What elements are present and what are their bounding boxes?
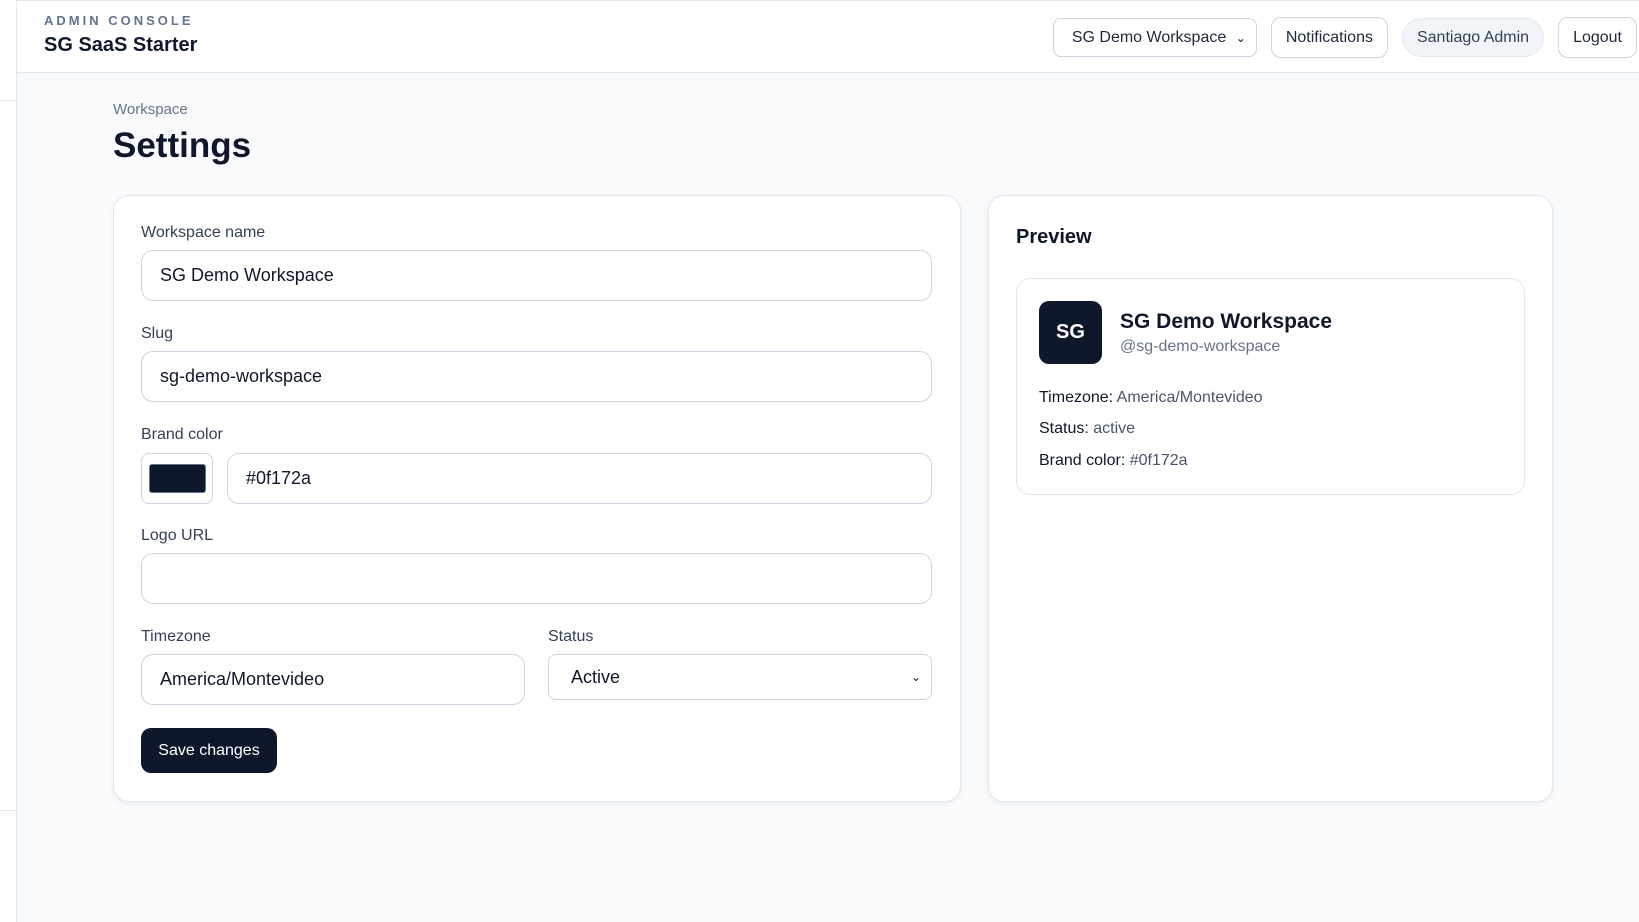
timezone-label: Timezone xyxy=(141,628,211,645)
brand-color-picker[interactable] xyxy=(141,453,213,504)
preview-timezone: Timezone: America/Montevideo xyxy=(1039,389,1263,407)
preview-status-label: Status: xyxy=(1039,420,1089,437)
status-select-value: Active xyxy=(571,666,621,687)
workspace-select[interactable]: SG Demo Workspace ⌄ xyxy=(1052,18,1257,57)
brand-color-label: Brand color xyxy=(141,426,223,443)
slug-label: Slug xyxy=(141,325,174,342)
preview-workspace-name: SG Demo Workspace xyxy=(1120,310,1333,333)
preview-brand-color: Brand color: #0f172a xyxy=(1039,452,1188,470)
preview-timezone-value: America/Montevideo xyxy=(1116,389,1263,406)
slug-input[interactable]: sg-demo-workspace xyxy=(141,351,932,402)
preview-brand-color-value: #0f172a xyxy=(1129,452,1188,469)
brand-color-input[interactable]: #0f172a xyxy=(227,453,932,504)
logout-button[interactable]: Logout xyxy=(1558,17,1637,58)
preview-card: Preview SG SG Demo Workspace @sg-demo-wo… xyxy=(988,195,1553,802)
breadcrumb: Workspace xyxy=(113,101,188,118)
brand-color-swatch xyxy=(148,464,206,493)
notifications-button[interactable]: Notifications xyxy=(1270,17,1388,58)
left-rail xyxy=(0,0,17,922)
workspace-name-input[interactable]: SG Demo Workspace xyxy=(141,250,932,301)
chevron-down-icon: ⌄ xyxy=(1235,30,1246,45)
app-title: SG SaaS Starter xyxy=(44,34,198,56)
status-label: Status xyxy=(548,628,594,645)
workspace-avatar: SG xyxy=(1039,301,1102,364)
rail-divider xyxy=(0,100,16,101)
rail-divider xyxy=(0,810,16,811)
preview-workspace-card: SG SG Demo Workspace @sg-demo-workspace … xyxy=(1016,278,1525,495)
workspace-name-label: Workspace name xyxy=(141,224,266,241)
logo-url-label: Logo URL xyxy=(141,527,214,544)
top-bar: ADMIN CONSOLE SG SaaS Starter SG Demo Wo… xyxy=(17,0,1639,73)
user-menu[interactable]: Santiago Admin xyxy=(1401,18,1545,57)
save-button[interactable]: Save changes xyxy=(141,728,277,773)
settings-form-card: Workspace name SG Demo Workspace Slug sg… xyxy=(113,195,961,802)
brand-kicker: ADMIN CONSOLE xyxy=(44,13,194,28)
timezone-input[interactable]: America/Montevideo xyxy=(141,654,525,705)
preview-timezone-label: Timezone: xyxy=(1039,389,1114,406)
preview-status-value: active xyxy=(1093,420,1136,437)
preview-status: Status: active xyxy=(1039,420,1135,438)
workspace-select-value: SG Demo Workspace xyxy=(1071,28,1227,46)
top-actions: SG Demo Workspace ⌄ Notifications Santia… xyxy=(1052,17,1637,58)
preview-heading: Preview xyxy=(1016,226,1092,248)
status-select[interactable]: Active ⌄ xyxy=(548,654,932,700)
preview-brand-color-label: Brand color: xyxy=(1039,452,1126,469)
page-title: Settings xyxy=(113,126,252,165)
preview-workspace-handle: @sg-demo-workspace xyxy=(1120,338,1281,355)
logo-url-input[interactable] xyxy=(141,553,932,604)
chevron-down-icon: ⌄ xyxy=(910,670,921,684)
